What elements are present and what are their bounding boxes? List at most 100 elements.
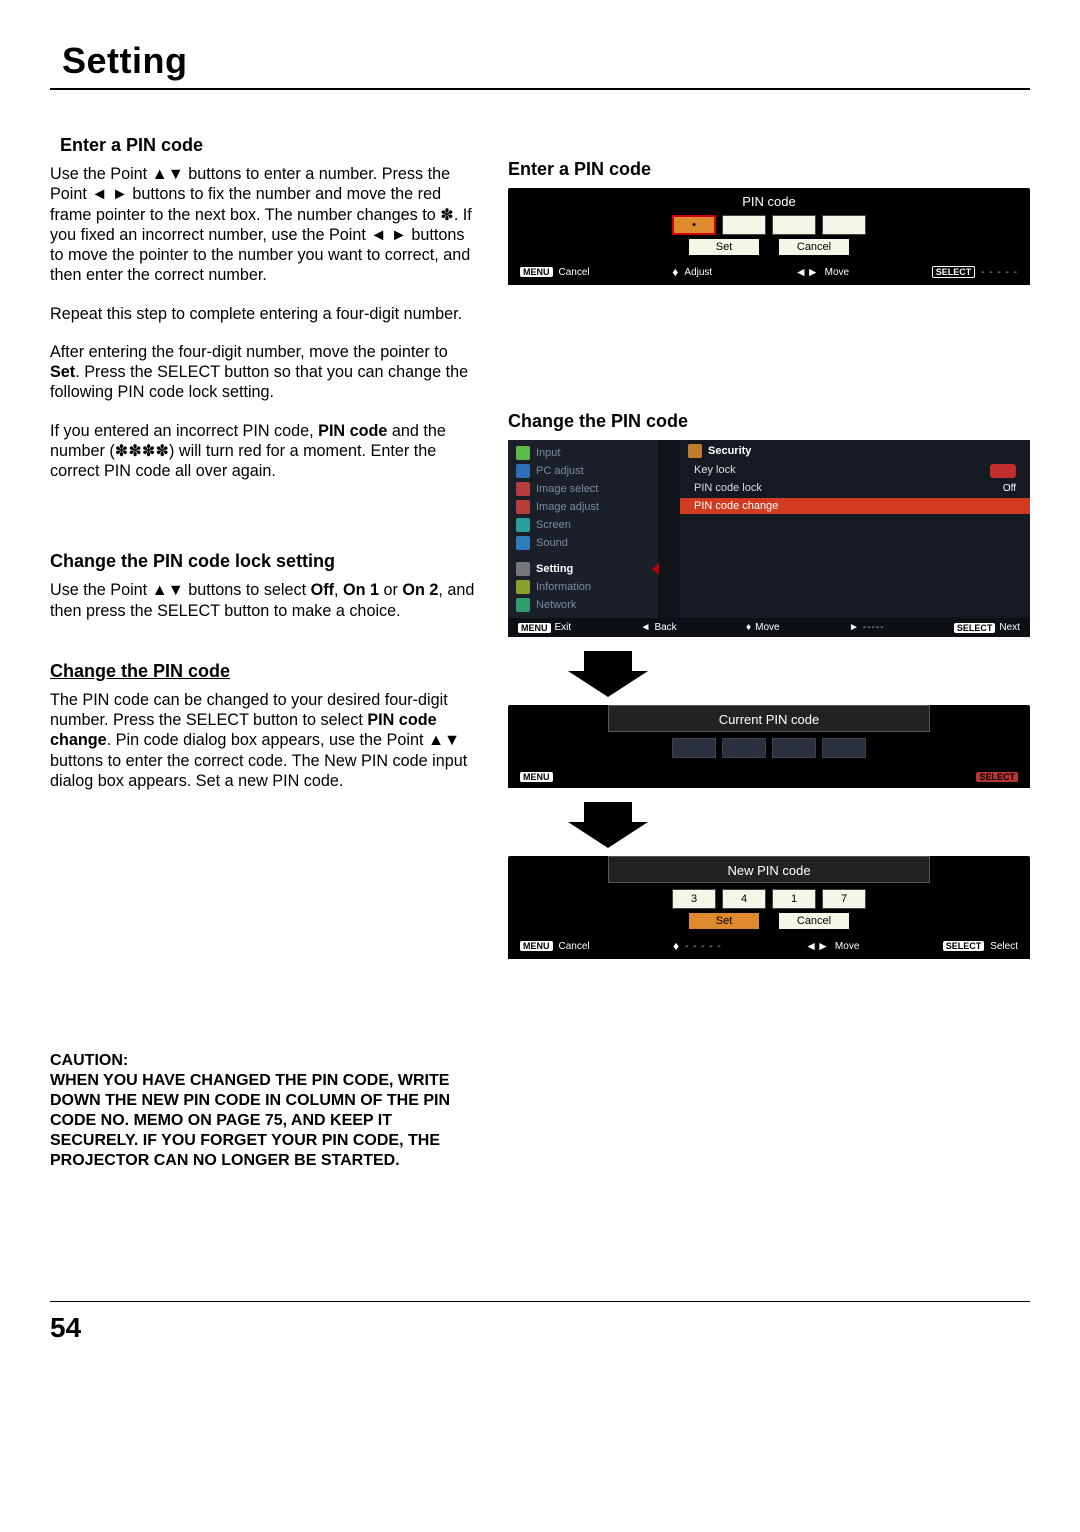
osd-footer: MENU Cancel ♦ Adjust ◄► Move SELECT - - … [508, 261, 1030, 285]
select-badge: SELECT [932, 266, 976, 278]
osd-menu: Input PC adjust Image select Image adjus… [508, 440, 1030, 637]
cur-digit-4[interactable] [822, 738, 866, 758]
page-number: 54 [50, 1301, 1030, 1344]
menu-item-image-adjust[interactable]: Image adjust [508, 498, 658, 516]
footer-cancel: Cancel [559, 267, 590, 278]
para-enter-pin-4: If you entered an incorrect PIN code, PI… [50, 421, 480, 482]
left-column: Enter a PIN code Use the Point ▲▼ button… [50, 135, 480, 1171]
para-change-pin: The PIN code can be changed to your desi… [50, 690, 480, 791]
select-badge: SELECT [943, 941, 985, 951]
updown-icon: ♦ [672, 265, 678, 279]
flow-arrow-icon [568, 802, 1030, 848]
cancel-button[interactable]: Cancel [779, 913, 849, 929]
right-arrow-icon: ► [849, 622, 859, 633]
new-digit-3[interactable]: 1 [772, 889, 816, 909]
new-digit-1[interactable]: 3 [672, 889, 716, 909]
pin-digit-2[interactable] [722, 215, 766, 235]
menu-left-panel: Input PC adjust Image select Image adjus… [508, 440, 658, 618]
para-enter-pin-1: Use the Point ▲▼ buttons to enter a numb… [50, 164, 480, 286]
heading-change-pin: Change the PIN code [50, 661, 480, 682]
heading-change-lock: Change the PIN code lock setting [50, 551, 480, 572]
cur-digit-2[interactable] [722, 738, 766, 758]
pin-digit-1[interactable]: • [672, 215, 716, 235]
pin-lock-status: Off [1003, 482, 1016, 496]
row-pin-code-lock[interactable]: PIN code lock Off [680, 480, 1030, 498]
setting-icon [516, 562, 530, 576]
menu-item-sound[interactable]: Sound [508, 534, 658, 552]
cur-digit-3[interactable] [772, 738, 816, 758]
pc-adjust-icon [516, 464, 530, 478]
para-enter-pin-2: Repeat this step to complete entering a … [50, 304, 480, 324]
menu-badge: MENU [518, 623, 551, 633]
sound-icon [516, 536, 530, 550]
footer-dashes: - - - - - [981, 267, 1018, 278]
menu-right-panel: Security Key lock PIN code lock Off PIN … [680, 440, 1030, 618]
image-select-icon [516, 482, 530, 496]
caution-text: WHEN YOU HAVE CHANGED THE PIN CODE, WRIT… [50, 1071, 480, 1171]
osd-heading-enter-pin: Enter a PIN code [508, 159, 1030, 180]
osd-footer-current: MENU SELECT [508, 768, 1030, 788]
footer-adjust: Adjust [684, 267, 712, 278]
para-enter-pin-3: After entering the four-digit number, mo… [50, 342, 480, 403]
menu-item-network[interactable]: Network [508, 596, 658, 614]
information-icon [516, 580, 530, 594]
menu-item-screen[interactable]: Screen [508, 516, 658, 534]
menu-footer: MENUExit ◄Back ♦Move ►----- SELECTNext [508, 618, 1030, 637]
new-digit-4[interactable]: 7 [822, 889, 866, 909]
row-pin-code-change[interactable]: PIN code change [680, 498, 1030, 514]
row-key-lock[interactable]: Key lock [680, 462, 1030, 480]
menu-item-setting[interactable]: Setting [508, 560, 658, 578]
caution-block: CAUTION: WHEN YOU HAVE CHANGED THE PIN C… [50, 1051, 480, 1171]
flow-arrow-icon [568, 651, 1030, 697]
updown-icon: ♦ [746, 622, 751, 633]
footer-move: Move [825, 267, 849, 278]
menu-badge: MENU [520, 772, 553, 782]
updown-icon: ♦ [673, 939, 679, 953]
menu-badge: MENU [520, 267, 553, 277]
menu-item-input[interactable]: Input [508, 444, 658, 462]
menu-badge: MENU [520, 941, 553, 951]
heading-enter-pin: Enter a PIN code [60, 135, 480, 156]
pin-digit-3[interactable] [772, 215, 816, 235]
set-button[interactable]: Set [689, 913, 759, 929]
menu-item-pc-adjust[interactable]: PC adjust [508, 462, 658, 480]
key-lock-status-icon [990, 464, 1016, 478]
security-header: Security [680, 440, 1030, 462]
lock-icon [688, 444, 702, 458]
new-pin-row: 3 4 1 7 [508, 887, 1030, 913]
osd-enter-pin: PIN code • Set Cancel MENU Cancel ♦ Adju… [508, 188, 1030, 285]
osd-heading-change-pin: Change the PIN code [508, 411, 1030, 432]
leftright-icon: ◄► [805, 939, 829, 953]
select-badge: SELECT [954, 623, 996, 633]
pin-digit-4[interactable] [822, 215, 866, 235]
page-title: Setting [62, 40, 1030, 82]
set-button[interactable]: Set [689, 239, 759, 255]
current-pin-title: Current PIN code [608, 705, 930, 732]
input-icon [516, 446, 530, 460]
new-pin-actions: Set Cancel [508, 913, 1030, 935]
menu-scrollbar[interactable] [658, 440, 680, 618]
new-pin-title: New PIN code [608, 856, 930, 883]
network-icon [516, 598, 530, 612]
page-header: Setting [50, 40, 1030, 90]
leftright-icon: ◄► [795, 265, 819, 279]
menu-item-information[interactable]: Information [508, 578, 658, 596]
right-column: Enter a PIN code PIN code • Set Cancel M… [508, 135, 1030, 1171]
osd-footer-new: MENU Cancel ♦ - - - - - ◄► Move SELECT S… [508, 935, 1030, 959]
para-change-lock: Use the Point ▲▼ buttons to select Off, … [50, 580, 480, 621]
select-badge: SELECT [976, 772, 1018, 782]
screen-icon [516, 518, 530, 532]
cancel-button[interactable]: Cancel [779, 239, 849, 255]
current-pin-row [508, 736, 1030, 762]
osd-current-pin: Current PIN code MENU SELECT [508, 705, 1030, 788]
new-digit-2[interactable]: 4 [722, 889, 766, 909]
image-adjust-icon [516, 500, 530, 514]
osd-new-pin: New PIN code 3 4 1 7 Set Cancel MENU Can… [508, 856, 1030, 959]
pin-action-row: Set Cancel [508, 239, 1030, 261]
osd-pin-title: PIN code [508, 188, 1030, 213]
pin-input-row: • [508, 213, 1030, 239]
caution-label: CAUTION: [50, 1051, 480, 1071]
cur-digit-1[interactable] [672, 738, 716, 758]
back-arrow-icon: ◄ [641, 622, 651, 633]
menu-item-image-select[interactable]: Image select [508, 480, 658, 498]
